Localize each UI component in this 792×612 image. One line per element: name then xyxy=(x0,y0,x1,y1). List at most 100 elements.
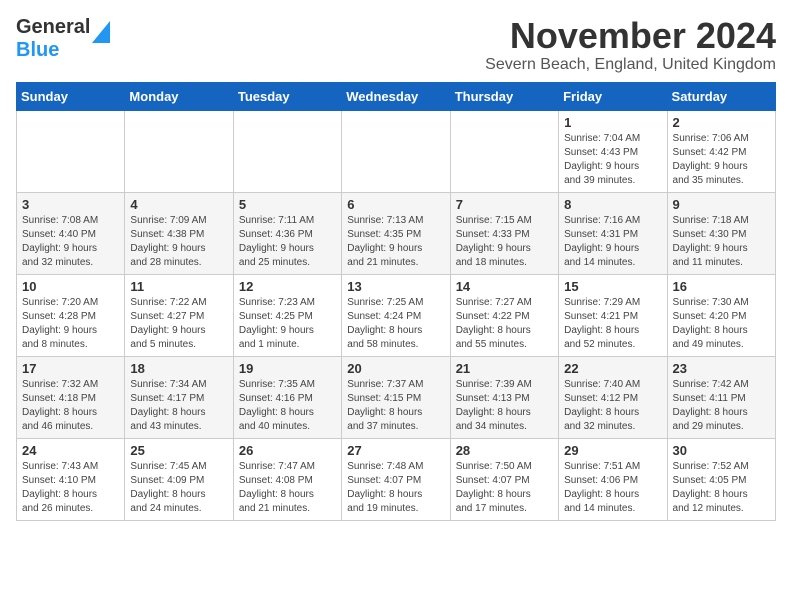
day-detail: Sunrise: 7:16 AM Sunset: 4:31 PM Dayligh… xyxy=(564,214,661,270)
day-number: 22 xyxy=(564,361,661,376)
day-cell: 11Sunrise: 7:22 AM Sunset: 4:27 PM Dayli… xyxy=(125,274,233,356)
day-detail: Sunrise: 7:30 AM Sunset: 4:20 PM Dayligh… xyxy=(673,296,770,352)
day-cell: 15 Sunrise: 7:29 AM Sunset: 4:21 PM Dayli… xyxy=(559,274,667,356)
day-detail: Sunrise: 7:20 AM Sunset: 4:28 PM Dayligh… xyxy=(22,296,119,352)
day-detail: Sunrise: 7:09 AM Sunset: 4:38 PM Dayligh… xyxy=(130,214,227,270)
day-number: 18 xyxy=(130,361,227,376)
day-cell: 23Sunrise: 7:42 AM Sunset: 4:11 PM Dayli… xyxy=(667,356,775,438)
week-row-4: 17 Sunrise: 7:32 AM Sunset: 4:18 PM Dayli… xyxy=(17,356,776,438)
calendar-header-row: SundayMondayTuesdayWednesdayThursdayFrid… xyxy=(17,82,776,110)
day-cell: 16 Sunrise: 7:30 AM Sunset: 4:20 PM Dayli… xyxy=(667,274,775,356)
day-number: 4 xyxy=(130,197,227,212)
day-cell: 29 Sunrise: 7:51 AM Sunset: 4:06 PM Dayli… xyxy=(559,438,667,520)
day-cell xyxy=(450,110,558,192)
day-number: 29 xyxy=(564,443,661,458)
day-cell xyxy=(125,110,233,192)
header-cell-thursday: Thursday xyxy=(450,82,558,110)
day-number: 12 xyxy=(239,279,336,294)
calendar-table: SundayMondayTuesdayWednesdayThursdayFrid… xyxy=(16,82,776,521)
day-detail: Sunrise: 7:43 AM Sunset: 4:10 PM Dayligh… xyxy=(22,460,119,516)
day-number: 13 xyxy=(347,279,444,294)
day-detail: Sunrise: 7:23 AM Sunset: 4:25 PM Dayligh… xyxy=(239,296,336,352)
day-detail: Sunrise: 7:42 AM Sunset: 4:11 PM Dayligh… xyxy=(673,378,770,434)
day-number: 21 xyxy=(456,361,553,376)
day-cell: 5 Sunrise: 7:11 AM Sunset: 4:36 PM Daylig… xyxy=(233,192,341,274)
day-detail: Sunrise: 7:35 AM Sunset: 4:16 PM Dayligh… xyxy=(239,378,336,434)
day-cell xyxy=(233,110,341,192)
day-number: 16 xyxy=(673,279,770,294)
header-cell-monday: Monday xyxy=(125,82,233,110)
day-cell: 3 Sunrise: 7:08 AM Sunset: 4:40 PM Daylig… xyxy=(17,192,125,274)
day-number: 27 xyxy=(347,443,444,458)
calendar-body: 1 Sunrise: 7:04 AM Sunset: 4:43 PM Daylig… xyxy=(17,110,776,520)
week-row-1: 1 Sunrise: 7:04 AM Sunset: 4:43 PM Daylig… xyxy=(17,110,776,192)
day-number: 30 xyxy=(673,443,770,458)
day-cell: 21Sunrise: 7:39 AM Sunset: 4:13 PM Dayli… xyxy=(450,356,558,438)
day-cell: 27 Sunrise: 7:48 AM Sunset: 4:07 PM Dayli… xyxy=(342,438,450,520)
day-detail: Sunrise: 7:34 AM Sunset: 4:17 PM Dayligh… xyxy=(130,378,227,434)
day-detail: Sunrise: 7:08 AM Sunset: 4:40 PM Dayligh… xyxy=(22,214,119,270)
header-cell-friday: Friday xyxy=(559,82,667,110)
month-title: November 2024 xyxy=(485,16,776,56)
day-detail: Sunrise: 7:11 AM Sunset: 4:36 PM Dayligh… xyxy=(239,214,336,270)
day-detail: Sunrise: 7:52 AM Sunset: 4:05 PM Dayligh… xyxy=(673,460,770,516)
day-cell: 10 Sunrise: 7:20 AM Sunset: 4:28 PM Dayli… xyxy=(17,274,125,356)
day-detail: Sunrise: 7:04 AM Sunset: 4:43 PM Dayligh… xyxy=(564,132,661,188)
day-detail: Sunrise: 7:40 AM Sunset: 4:12 PM Dayligh… xyxy=(564,378,661,434)
day-number: 9 xyxy=(673,197,770,212)
day-number: 2 xyxy=(673,115,770,130)
day-number: 5 xyxy=(239,197,336,212)
logo-line2: Blue xyxy=(16,39,90,62)
location-title: Severn Beach, England, United Kingdom xyxy=(485,56,776,74)
day-cell: 26Sunrise: 7:47 AM Sunset: 4:08 PM Dayli… xyxy=(233,438,341,520)
day-detail: Sunrise: 7:32 AM Sunset: 4:18 PM Dayligh… xyxy=(22,378,119,434)
day-number: 25 xyxy=(130,443,227,458)
day-cell: 24 Sunrise: 7:43 AM Sunset: 4:10 PM Dayli… xyxy=(17,438,125,520)
day-number: 24 xyxy=(22,443,119,458)
day-cell: 4 Sunrise: 7:09 AM Sunset: 4:38 PM Daylig… xyxy=(125,192,233,274)
day-cell xyxy=(342,110,450,192)
day-number: 20 xyxy=(347,361,444,376)
day-detail: Sunrise: 7:25 AM Sunset: 4:24 PM Dayligh… xyxy=(347,296,444,352)
day-number: 17 xyxy=(22,361,119,376)
day-cell: 18 Sunrise: 7:34 AM Sunset: 4:17 PM Dayli… xyxy=(125,356,233,438)
day-cell: 17 Sunrise: 7:32 AM Sunset: 4:18 PM Dayli… xyxy=(17,356,125,438)
header-cell-sunday: Sunday xyxy=(17,82,125,110)
day-number: 14 xyxy=(456,279,553,294)
day-number: 1 xyxy=(564,115,661,130)
day-detail: Sunrise: 7:51 AM Sunset: 4:06 PM Dayligh… xyxy=(564,460,661,516)
day-detail: Sunrise: 7:48 AM Sunset: 4:07 PM Dayligh… xyxy=(347,460,444,516)
day-number: 3 xyxy=(22,197,119,212)
day-detail: Sunrise: 7:15 AM Sunset: 4:33 PM Dayligh… xyxy=(456,214,553,270)
day-detail: Sunrise: 7:18 AM Sunset: 4:30 PM Dayligh… xyxy=(673,214,770,270)
day-cell: 19 Sunrise: 7:35 AM Sunset: 4:16 PM Dayli… xyxy=(233,356,341,438)
day-cell: 7 Sunrise: 7:15 AM Sunset: 4:33 PM Daylig… xyxy=(450,192,558,274)
day-cell: 14 Sunrise: 7:27 AM Sunset: 4:22 PM Dayli… xyxy=(450,274,558,356)
day-cell xyxy=(17,110,125,192)
day-detail: Sunrise: 7:06 AM Sunset: 4:42 PM Dayligh… xyxy=(673,132,770,188)
day-cell: 1 Sunrise: 7:04 AM Sunset: 4:43 PM Daylig… xyxy=(559,110,667,192)
day-number: 19 xyxy=(239,361,336,376)
day-cell: 22 Sunrise: 7:40 AM Sunset: 4:12 PM Dayli… xyxy=(559,356,667,438)
day-number: 8 xyxy=(564,197,661,212)
header-cell-tuesday: Tuesday xyxy=(233,82,341,110)
day-number: 15 xyxy=(564,279,661,294)
day-number: 10 xyxy=(22,279,119,294)
day-detail: Sunrise: 7:27 AM Sunset: 4:22 PM Dayligh… xyxy=(456,296,553,352)
day-cell: 6Sunrise: 7:13 AM Sunset: 4:35 PM Daylig… xyxy=(342,192,450,274)
day-cell: 25 Sunrise: 7:45 AM Sunset: 4:09 PM Dayli… xyxy=(125,438,233,520)
day-detail: Sunrise: 7:47 AM Sunset: 4:08 PM Dayligh… xyxy=(239,460,336,516)
header-cell-wednesday: Wednesday xyxy=(342,82,450,110)
logo-line1: General xyxy=(16,16,90,39)
header: General Blue November 2024 Severn Beach,… xyxy=(16,16,776,74)
day-cell: 8 Sunrise: 7:16 AM Sunset: 4:31 PM Daylig… xyxy=(559,192,667,274)
day-detail: Sunrise: 7:45 AM Sunset: 4:09 PM Dayligh… xyxy=(130,460,227,516)
day-number: 6 xyxy=(347,197,444,212)
day-cell: 30 Sunrise: 7:52 AM Sunset: 4:05 PM Dayli… xyxy=(667,438,775,520)
day-number: 7 xyxy=(456,197,553,212)
day-detail: Sunrise: 7:29 AM Sunset: 4:21 PM Dayligh… xyxy=(564,296,661,352)
day-cell: 13 Sunrise: 7:25 AM Sunset: 4:24 PM Dayli… xyxy=(342,274,450,356)
day-cell: 28Sunrise: 7:50 AM Sunset: 4:07 PM Dayli… xyxy=(450,438,558,520)
day-detail: Sunrise: 7:22 AM Sunset: 4:27 PM Dayligh… xyxy=(130,296,227,352)
week-row-5: 24 Sunrise: 7:43 AM Sunset: 4:10 PM Dayli… xyxy=(17,438,776,520)
